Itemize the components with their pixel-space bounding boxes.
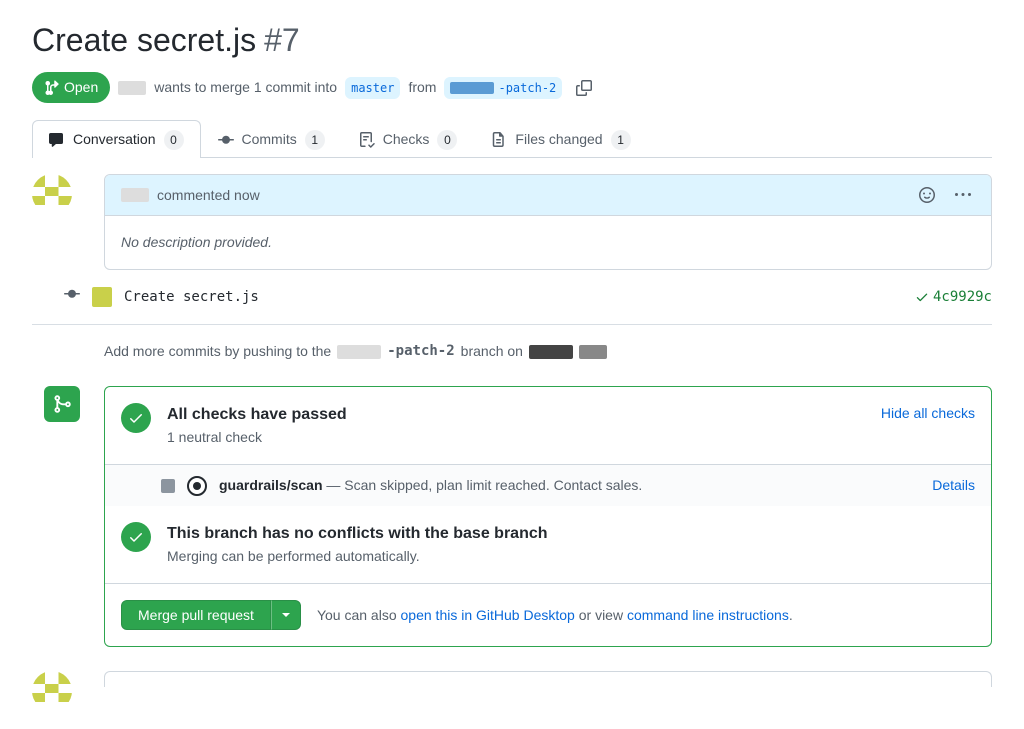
author-avatar[interactable]	[32, 174, 72, 214]
base-branch-chip[interactable]: master	[345, 77, 400, 99]
comment-menu-button[interactable]	[951, 183, 975, 207]
neutral-status-icon	[161, 479, 175, 493]
redacted-repo-name	[579, 345, 607, 359]
pr-number: #7	[264, 16, 300, 64]
copy-branch-button[interactable]	[570, 74, 598, 102]
checklist-icon	[359, 132, 375, 148]
state-badge-label: Open	[64, 77, 98, 98]
comment-discussion-icon	[49, 132, 65, 148]
tab-files-label: Files changed	[515, 129, 602, 150]
from-text: from	[408, 77, 436, 98]
git-commit-icon	[218, 132, 234, 148]
kebab-icon	[955, 187, 971, 203]
comment-meta: commented now	[157, 185, 260, 206]
success-check-icon	[121, 403, 151, 433]
no-conflicts-title: This branch has no conflicts with the ba…	[167, 522, 975, 546]
checks-passed-sub: 1 neutral check	[167, 427, 865, 448]
pull-request-icon	[44, 80, 60, 96]
check-description: — Scan skipped, plan limit reached. Cont…	[323, 477, 643, 493]
new-comment-form[interactable]	[104, 671, 992, 687]
tab-conversation[interactable]: Conversation 0	[32, 120, 201, 158]
tab-files-count: 1	[611, 130, 631, 150]
redacted-branch-prefix	[450, 82, 494, 94]
add-reaction-button[interactable]	[915, 183, 939, 207]
tab-conversation-count: 0	[164, 130, 184, 150]
tab-commits[interactable]: Commits 1	[201, 120, 342, 158]
pr-tabnav: Conversation 0 Commits 1 Checks 0 Files …	[32, 119, 992, 158]
guardrails-app-icon	[187, 476, 207, 496]
merge-status-badge	[44, 386, 80, 422]
no-conflicts-sub: Merging can be performed automatically.	[167, 546, 975, 567]
redacted-author-avatar	[118, 81, 146, 95]
pr-title: Create secret.js	[32, 16, 256, 64]
smiley-icon	[919, 187, 935, 203]
merge-box: All checks have passed 1 neutral check H…	[104, 386, 992, 647]
commit-sha[interactable]: 4c9929c	[915, 287, 992, 308]
copy-icon	[576, 80, 592, 96]
hide-checks-link[interactable]: Hide all checks	[881, 403, 975, 424]
merge-button[interactable]: Merge pull request	[121, 600, 271, 630]
head-branch-chip[interactable]: -patch-2	[444, 77, 562, 99]
redacted-author-name	[121, 188, 149, 202]
tab-checks-count: 0	[437, 130, 457, 150]
state-badge-open: Open	[32, 72, 110, 103]
git-merge-icon	[52, 394, 72, 414]
tab-files[interactable]: Files changed 1	[474, 120, 647, 158]
tab-conversation-label: Conversation	[73, 129, 156, 150]
comment-body: No description provided.	[105, 216, 991, 269]
check-details-link[interactable]: Details	[932, 475, 975, 496]
check-name: guardrails/scan	[219, 477, 323, 493]
tab-checks[interactable]: Checks 0	[342, 120, 475, 158]
check-icon	[915, 290, 929, 304]
tab-commits-label: Commits	[242, 129, 297, 150]
success-check-icon	[121, 522, 151, 552]
open-desktop-link[interactable]: open this in GitHub Desktop	[401, 607, 575, 623]
tab-commits-count: 1	[305, 130, 325, 150]
redacted-branch-prefix	[337, 345, 381, 359]
merge-hint: You can also open this in GitHub Desktop…	[317, 605, 793, 626]
push-hint: Add more commits by pushing to the -patc…	[32, 325, 992, 378]
checks-passed-title: All checks have passed	[167, 403, 865, 427]
merge-meta-text: wants to merge 1 commit into	[154, 77, 337, 98]
check-item-guardrails: guardrails/scan — Scan skipped, plan lim…	[105, 464, 991, 506]
commit-message[interactable]: Create secret.js	[124, 287, 903, 308]
pr-description-comment: commented now No description provided.	[104, 174, 992, 270]
tab-checks-label: Checks	[383, 129, 430, 150]
pr-title-row: Create secret.js #7	[32, 16, 992, 64]
git-commit-icon	[64, 286, 80, 308]
redacted-repo-owner	[529, 345, 573, 359]
command-line-link[interactable]: command line instructions	[627, 607, 789, 623]
timeline-commit: Create secret.js 4c9929c	[32, 270, 992, 325]
file-diff-icon	[491, 132, 507, 148]
commit-author-avatar[interactable]	[92, 287, 112, 307]
merge-options-button[interactable]	[271, 600, 301, 630]
current-user-avatar[interactable]	[32, 671, 72, 711]
